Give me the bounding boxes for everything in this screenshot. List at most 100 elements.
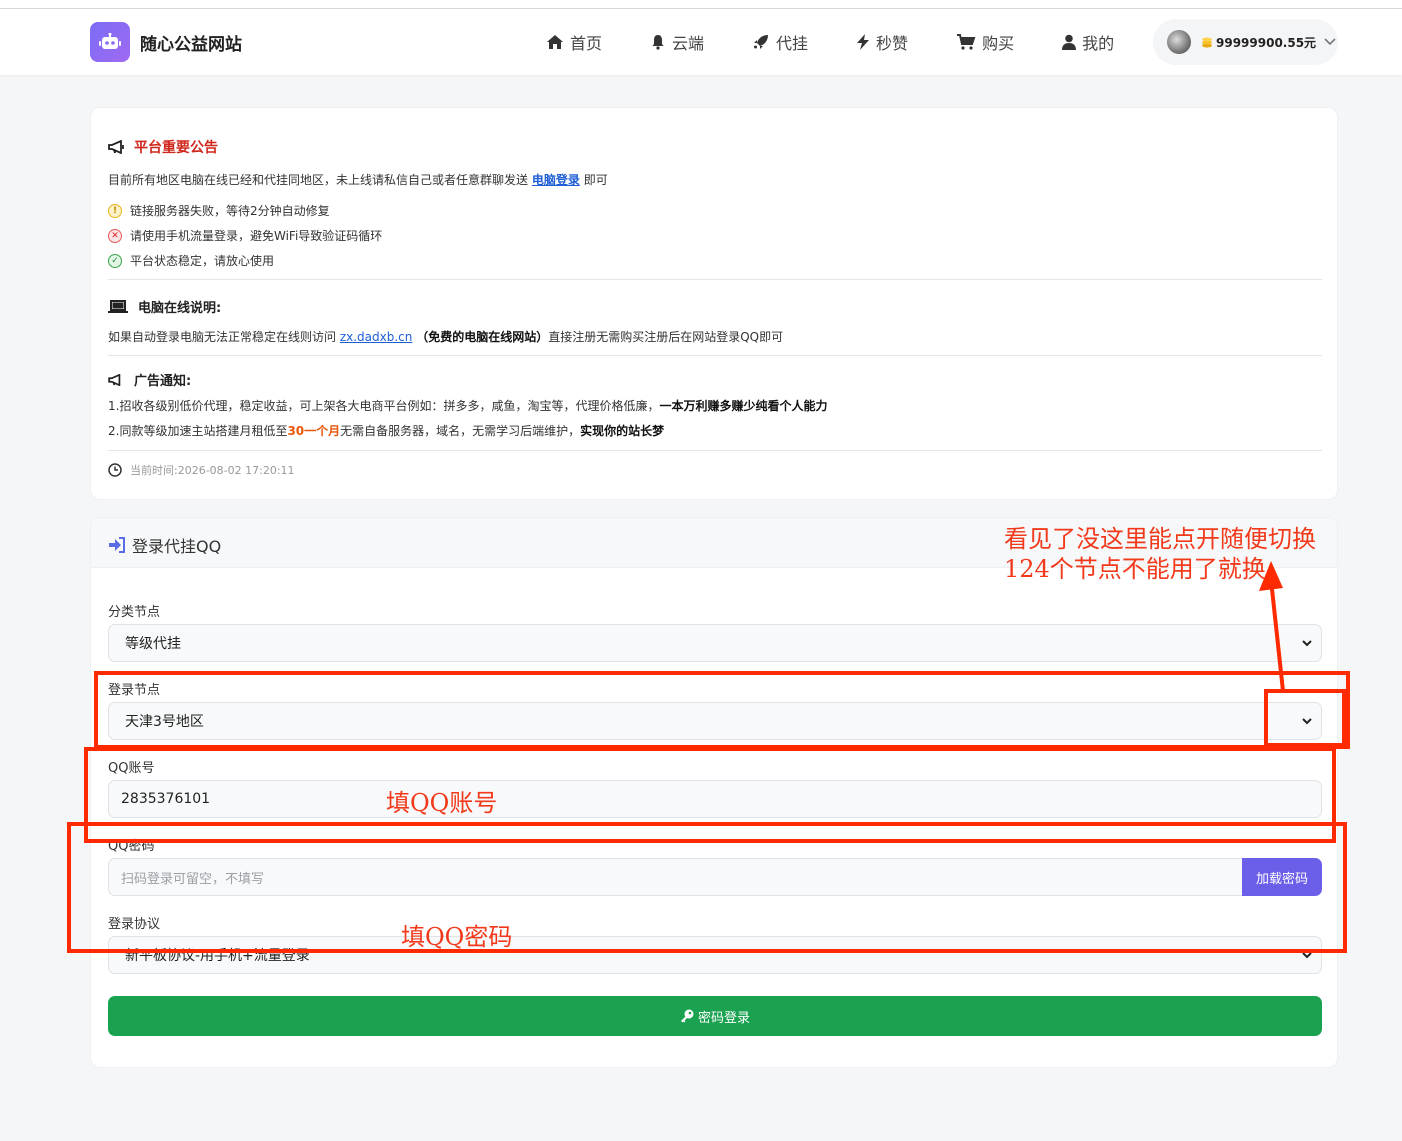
megaphone-icon xyxy=(108,140,124,154)
user-icon xyxy=(1062,34,1077,50)
notice-card: 平台重要公告 目前所有地区电脑在线已经和代挂同地区，未上线请私信自己或者任意群聊… xyxy=(90,107,1338,500)
current-time: 当前时间: 2026-08-02 17:20:11 xyxy=(108,462,295,478)
category-value: 等级代挂 xyxy=(125,636,181,652)
cart-icon xyxy=(957,34,976,50)
nav-home-label: 首页 xyxy=(570,34,603,53)
chevron-down-icon xyxy=(1324,38,1336,46)
nav-buy[interactable]: 购买 xyxy=(956,30,1014,54)
sign-in-icon xyxy=(109,537,125,553)
load-password-button[interactable]: 加载密码 xyxy=(1242,858,1322,896)
protocol-label: 登录协议 xyxy=(108,917,161,932)
pc-site-link[interactable]: zx.dadxb.cn xyxy=(340,330,413,344)
login-title-text: 登录代挂QQ xyxy=(132,537,222,556)
warning-icon: ! xyxy=(108,203,122,218)
clock-icon xyxy=(108,463,122,477)
ad-line-1-text: 1.招收各级别低价代理，稳定收益，可上架各大电商平台例如：拼多多，咸鱼，淘宝等，… xyxy=(108,399,660,413)
qq-password-group: 扫码登录可留空，不填写 加载密码 xyxy=(108,858,1322,896)
coins-icon xyxy=(1202,37,1212,47)
divider xyxy=(108,279,1322,280)
node-label: 登录节点 xyxy=(108,683,161,698)
password-login-label: 密码登录 xyxy=(697,1010,750,1026)
password-login-button[interactable]: 密码登录 xyxy=(108,996,1322,1036)
pc-login-link[interactable]: 电脑登录 xyxy=(532,173,580,187)
ad-line-2-mid: 无需自备服务器，域名，无需学习后端维护， xyxy=(340,424,581,438)
pc-title-text: 电脑在线说明: xyxy=(138,301,222,316)
pc-section-title: 电脑在线说明: xyxy=(108,297,221,316)
time-value: 2026-08-02 17:20:11 xyxy=(177,463,295,477)
node-select[interactable]: 天津3号地区 xyxy=(108,702,1322,740)
status-warn: ! 链接服务器失败，等待2分钟自动修复 xyxy=(108,202,330,219)
balance: 99999900.55元 xyxy=(1216,35,1317,50)
status-error: ✕ 请使用手机流量登录，避免WiFi导致验证码循环 xyxy=(108,227,382,244)
nav-cloud-label: 云端 xyxy=(672,34,705,53)
chevron-down-icon xyxy=(1302,640,1312,647)
login-card: 登录代挂QQ 分类节点 等级代挂 登录节点 天津3号地区 QQ账号 283537… xyxy=(90,517,1338,1068)
qq-password-label: QQ密码 xyxy=(108,839,155,854)
category-select[interactable]: 等级代挂 xyxy=(108,624,1322,662)
nav-like[interactable]: 秒赞 xyxy=(856,30,908,54)
time-label: 当前时间: xyxy=(130,464,178,477)
nav-proxy[interactable]: 代挂 xyxy=(752,30,808,54)
annotation-fill-qq: 填QQ账号 xyxy=(386,789,498,817)
error-icon: ✕ xyxy=(108,228,122,243)
notice-intro-suffix: 即可 xyxy=(583,173,608,187)
check-icon: ✓ xyxy=(108,253,122,268)
laptop-icon xyxy=(108,299,128,313)
ad-line-2: 2.同款等级加速主站搭建月租低至30一个月无需自备服务器，域名，无需学习后端维护… xyxy=(108,422,664,439)
notice-intro-text: 目前所有地区电脑在线已经和代挂同地区，未上线请私信自己或者任意群聊发送 xyxy=(108,173,529,187)
pc-desc-suffix: 直接注册无需购买注册后在网站登录QQ即可 xyxy=(548,330,784,344)
brand-name: 随心公益网站 xyxy=(140,34,242,55)
protocol-value: 新平板协议-用手机+流量登录 xyxy=(125,948,310,964)
qq-account-input[interactable]: 2835376101 xyxy=(108,780,1322,818)
nav-proxy-label: 代挂 xyxy=(776,34,809,53)
annotation-fill-password: 填QQ密码 xyxy=(401,923,513,951)
ad-line-2-highlight: 30一个月 xyxy=(287,424,341,438)
pc-desc-text: 如果自动登录电脑无法正常稳定在线则访问 xyxy=(108,330,337,344)
divider xyxy=(108,355,1322,356)
nav-cloud[interactable]: 云端 xyxy=(650,30,704,54)
ad-line-1-bold: 一本万利赚多赚少纯看个人能力 xyxy=(659,399,828,413)
ad-line-2-bold: 实现你的站长梦 xyxy=(580,424,665,438)
status-warn-text: 链接服务器失败，等待2分钟自动修复 xyxy=(130,204,330,218)
ad-section-title: 广告通知: xyxy=(108,370,191,389)
divider xyxy=(108,450,1322,451)
key-icon xyxy=(680,1009,694,1023)
qq-account-value: 2835376101 xyxy=(121,791,211,807)
pc-desc: 如果自动登录电脑无法正常稳定在线则访问 zx.dadxb.cn （免费的电脑在线… xyxy=(108,328,783,345)
robot-logo-icon xyxy=(90,22,130,62)
nav-menu: 首页 云端 代挂 秒赞 购买 我的 xyxy=(546,9,1162,75)
status-ok: ✓ 平台状态稳定，请放心使用 xyxy=(108,252,274,269)
rocket-icon xyxy=(754,35,769,49)
nav-mine-label: 我的 xyxy=(1082,34,1115,53)
avatar xyxy=(1167,30,1191,54)
node-value: 天津3号地区 xyxy=(125,714,204,730)
nav-buy-label: 购买 xyxy=(982,34,1015,53)
nav-like-label: 秒赞 xyxy=(876,34,909,53)
notice-intro: 目前所有地区电脑在线已经和代挂同地区，未上线请私信自己或者任意群聊发送 电脑登录… xyxy=(108,171,608,188)
pc-desc-bold: （免费的电脑在线网站） xyxy=(416,330,549,344)
qq-password-placeholder: 扫码登录可留空，不填写 xyxy=(121,871,265,887)
ad-line-2-text: 2.同款等级加速主站搭建月租低至 xyxy=(108,424,288,438)
nav-mine[interactable]: 我的 xyxy=(1062,30,1114,54)
megaphone-icon xyxy=(108,373,121,386)
category-label: 分类节点 xyxy=(108,605,161,620)
navbar: 随心公益网站 首页 云端 代挂 秒赞 购买 我的 99999900.55元 xyxy=(0,9,1402,75)
chevron-down-icon xyxy=(1302,952,1312,959)
annotation-switch-line2: 124个节点不能用了就换 xyxy=(1004,555,1266,583)
status-error-text: 请使用手机流量登录，避免WiFi导致验证码循环 xyxy=(130,229,383,243)
ad-title-text: 广告通知: xyxy=(134,374,192,389)
protocol-select[interactable]: 新平板协议-用手机+流量登录 xyxy=(108,936,1322,974)
bell-icon xyxy=(652,35,664,50)
brand[interactable]: 随心公益网站 xyxy=(90,22,242,62)
chevron-down-icon xyxy=(1302,718,1312,725)
browser-top-strip xyxy=(0,0,1402,9)
qq-account-label: QQ账号 xyxy=(108,761,155,776)
nav-home[interactable]: 首页 xyxy=(546,30,602,54)
status-ok-text: 平台状态稳定，请放心使用 xyxy=(130,254,275,268)
user-menu[interactable]: 99999900.55元 xyxy=(1153,19,1338,65)
home-icon xyxy=(547,35,563,49)
qq-password-input[interactable]: 扫码登录可留空，不填写 xyxy=(108,858,1242,896)
notice-title-text: 平台重要公告 xyxy=(134,140,218,156)
notice-title: 平台重要公告 xyxy=(108,137,218,157)
ad-line-1: 1.招收各级别低价代理，稳定收益，可上架各大电商平台例如：拼多多，咸鱼，淘宝等，… xyxy=(108,397,827,414)
